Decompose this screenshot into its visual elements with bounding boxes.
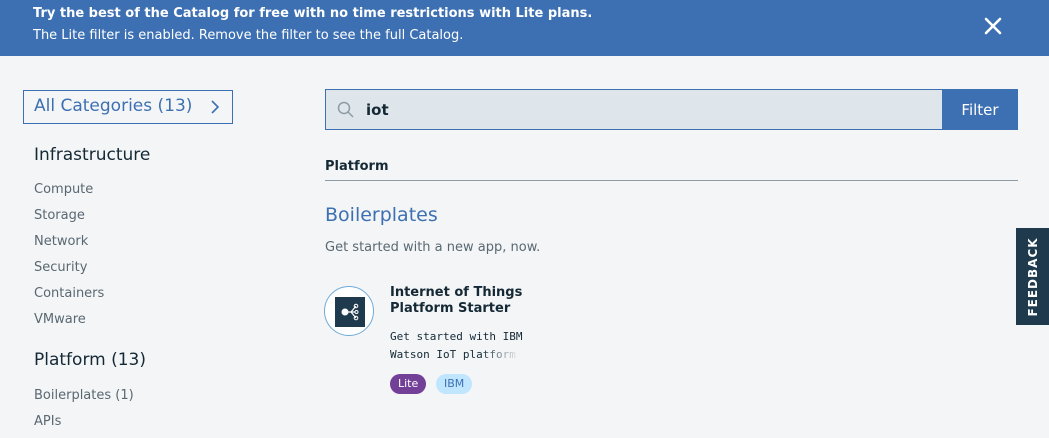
feedback-tab[interactable]: FEEDBACK [1016, 228, 1049, 325]
group-description: Get started with a new app, now. [325, 240, 541, 255]
sidebar-item-security[interactable]: Security [34, 260, 87, 275]
banner-subtitle: The Lite filter is enabled. Remove the f… [33, 28, 464, 43]
iot-platform-icon [335, 297, 365, 327]
all-categories-button[interactable]: All Categories (13) [23, 90, 233, 124]
filter-button[interactable]: Filter [942, 89, 1018, 130]
sidebar-item-apis[interactable]: APIs [34, 414, 61, 429]
service-card-iot-platform-starter[interactable]: Internet of Things Platform Starter Get … [324, 285, 534, 400]
group-title: Boilerplates [325, 204, 438, 226]
sidebar-item-containers[interactable]: Containers [34, 286, 104, 301]
card-title-line2: Platform Starter [390, 301, 511, 316]
close-icon[interactable] [979, 12, 1007, 40]
card-icon-circle [324, 286, 374, 336]
all-categories-label: All Categories (13) [34, 96, 193, 116]
lite-banner: Try the best of the Catalog for free wit… [0, 0, 1049, 56]
card-description: Get started with IBM [390, 330, 523, 343]
chevron-right-icon [211, 100, 220, 114]
sidebar-item-vmware[interactable]: VMware [34, 312, 86, 327]
sidebar-item-storage[interactable]: Storage [34, 208, 85, 223]
category-infrastructure: Infrastructure [34, 145, 151, 165]
sidebar-item-boilerplates[interactable]: Boilerplates (1) [34, 388, 134, 403]
ibm-tag: IBM [436, 374, 473, 394]
sidebar-item-network[interactable]: Network [34, 234, 88, 249]
feedback-label: FEEDBACK [1025, 236, 1040, 317]
search-icon [337, 101, 354, 118]
section-divider [325, 180, 1018, 181]
section-title: Platform [325, 159, 389, 174]
search-input[interactable] [366, 98, 926, 122]
search-box [325, 89, 943, 130]
sidebar-item-compute[interactable]: Compute [34, 182, 93, 197]
banner-title: Try the best of the Catalog for free wit… [33, 6, 593, 21]
category-platform[interactable]: Platform (13) [34, 350, 146, 370]
card-title: Internet of Things [390, 285, 523, 300]
card-description-line2: Watson IoT platform [390, 348, 516, 361]
lite-tag: Lite [390, 374, 427, 394]
